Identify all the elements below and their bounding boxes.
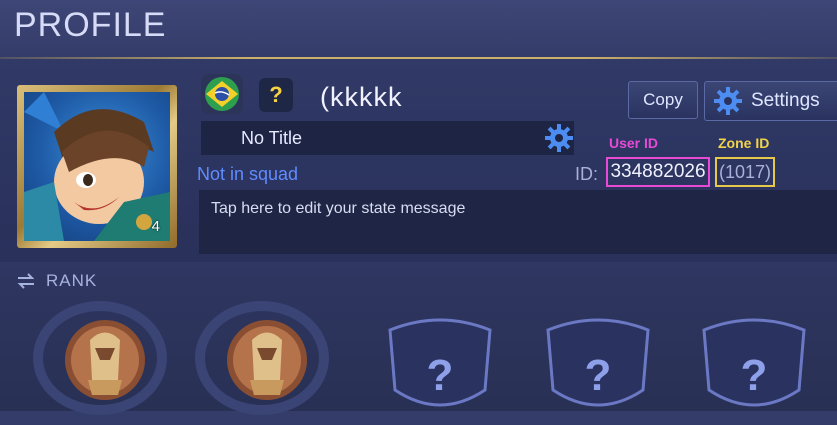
user-id-value: 334882026 [606, 157, 710, 187]
page-title: PROFILE [14, 6, 167, 44]
locked-rank-shield-icon: ? [702, 318, 806, 407]
avatar-portrait: 4 [24, 92, 170, 241]
country-flag[interactable] [201, 74, 243, 114]
rank-slot-unknown[interactable]: ? [684, 290, 824, 420]
state-message-field[interactable]: Tap here to edit your state message [199, 190, 837, 254]
title-settings-gear-icon[interactable] [544, 123, 574, 153]
rank-unknown-symbol: ? [585, 351, 612, 400]
header-divider [0, 57, 837, 59]
avatar-level: 4 [151, 218, 160, 235]
rank-label: RANK [46, 271, 98, 290]
settings-button[interactable]: Settings [704, 81, 837, 121]
brazil-flag-icon [205, 77, 239, 111]
avatar[interactable]: 4 [17, 85, 177, 248]
rank-medal-icon [33, 301, 167, 415]
id-prefix: ID: [575, 164, 599, 184]
hero-portrait-icon [24, 92, 170, 241]
gear-icon [714, 87, 742, 115]
locked-rank-shield-icon: ? [546, 318, 650, 407]
rank-slot-medal[interactable] [192, 290, 332, 420]
player-name: (kkkkk [320, 82, 403, 112]
title-text: No Title [241, 128, 303, 148]
zone-id-annotation: Zone ID [718, 135, 770, 151]
zone-id-value: (1017) [715, 157, 775, 187]
rank-medal-icon [195, 301, 329, 415]
rank-slot-unknown[interactable]: ? [370, 290, 510, 420]
locked-rank-shield-icon: ? [388, 318, 492, 407]
state-message-text: Tap here to edit your state message [211, 200, 466, 217]
settings-button-label: Settings [751, 90, 820, 111]
title-bar[interactable]: No Title [201, 121, 574, 155]
rank-unknown-symbol: ? [741, 351, 768, 400]
copy-button[interactable]: Copy [628, 81, 698, 119]
rank-slot-medal[interactable] [30, 290, 170, 420]
squad-status[interactable]: Not in squad [197, 164, 298, 185]
title-badge[interactable]: ? [259, 78, 293, 112]
page-header: PROFILE [0, 0, 837, 58]
swap-arrows-icon [17, 273, 35, 289]
copy-button-label: Copy [643, 90, 683, 109]
rank-unknown-symbol: ? [427, 351, 454, 400]
user-id-annotation: User ID [609, 135, 659, 151]
rank-slot-unknown[interactable]: ? [528, 290, 668, 420]
rank-header: RANK [16, 271, 97, 291]
rank-section: RANK ? ? ? [0, 262, 837, 415]
